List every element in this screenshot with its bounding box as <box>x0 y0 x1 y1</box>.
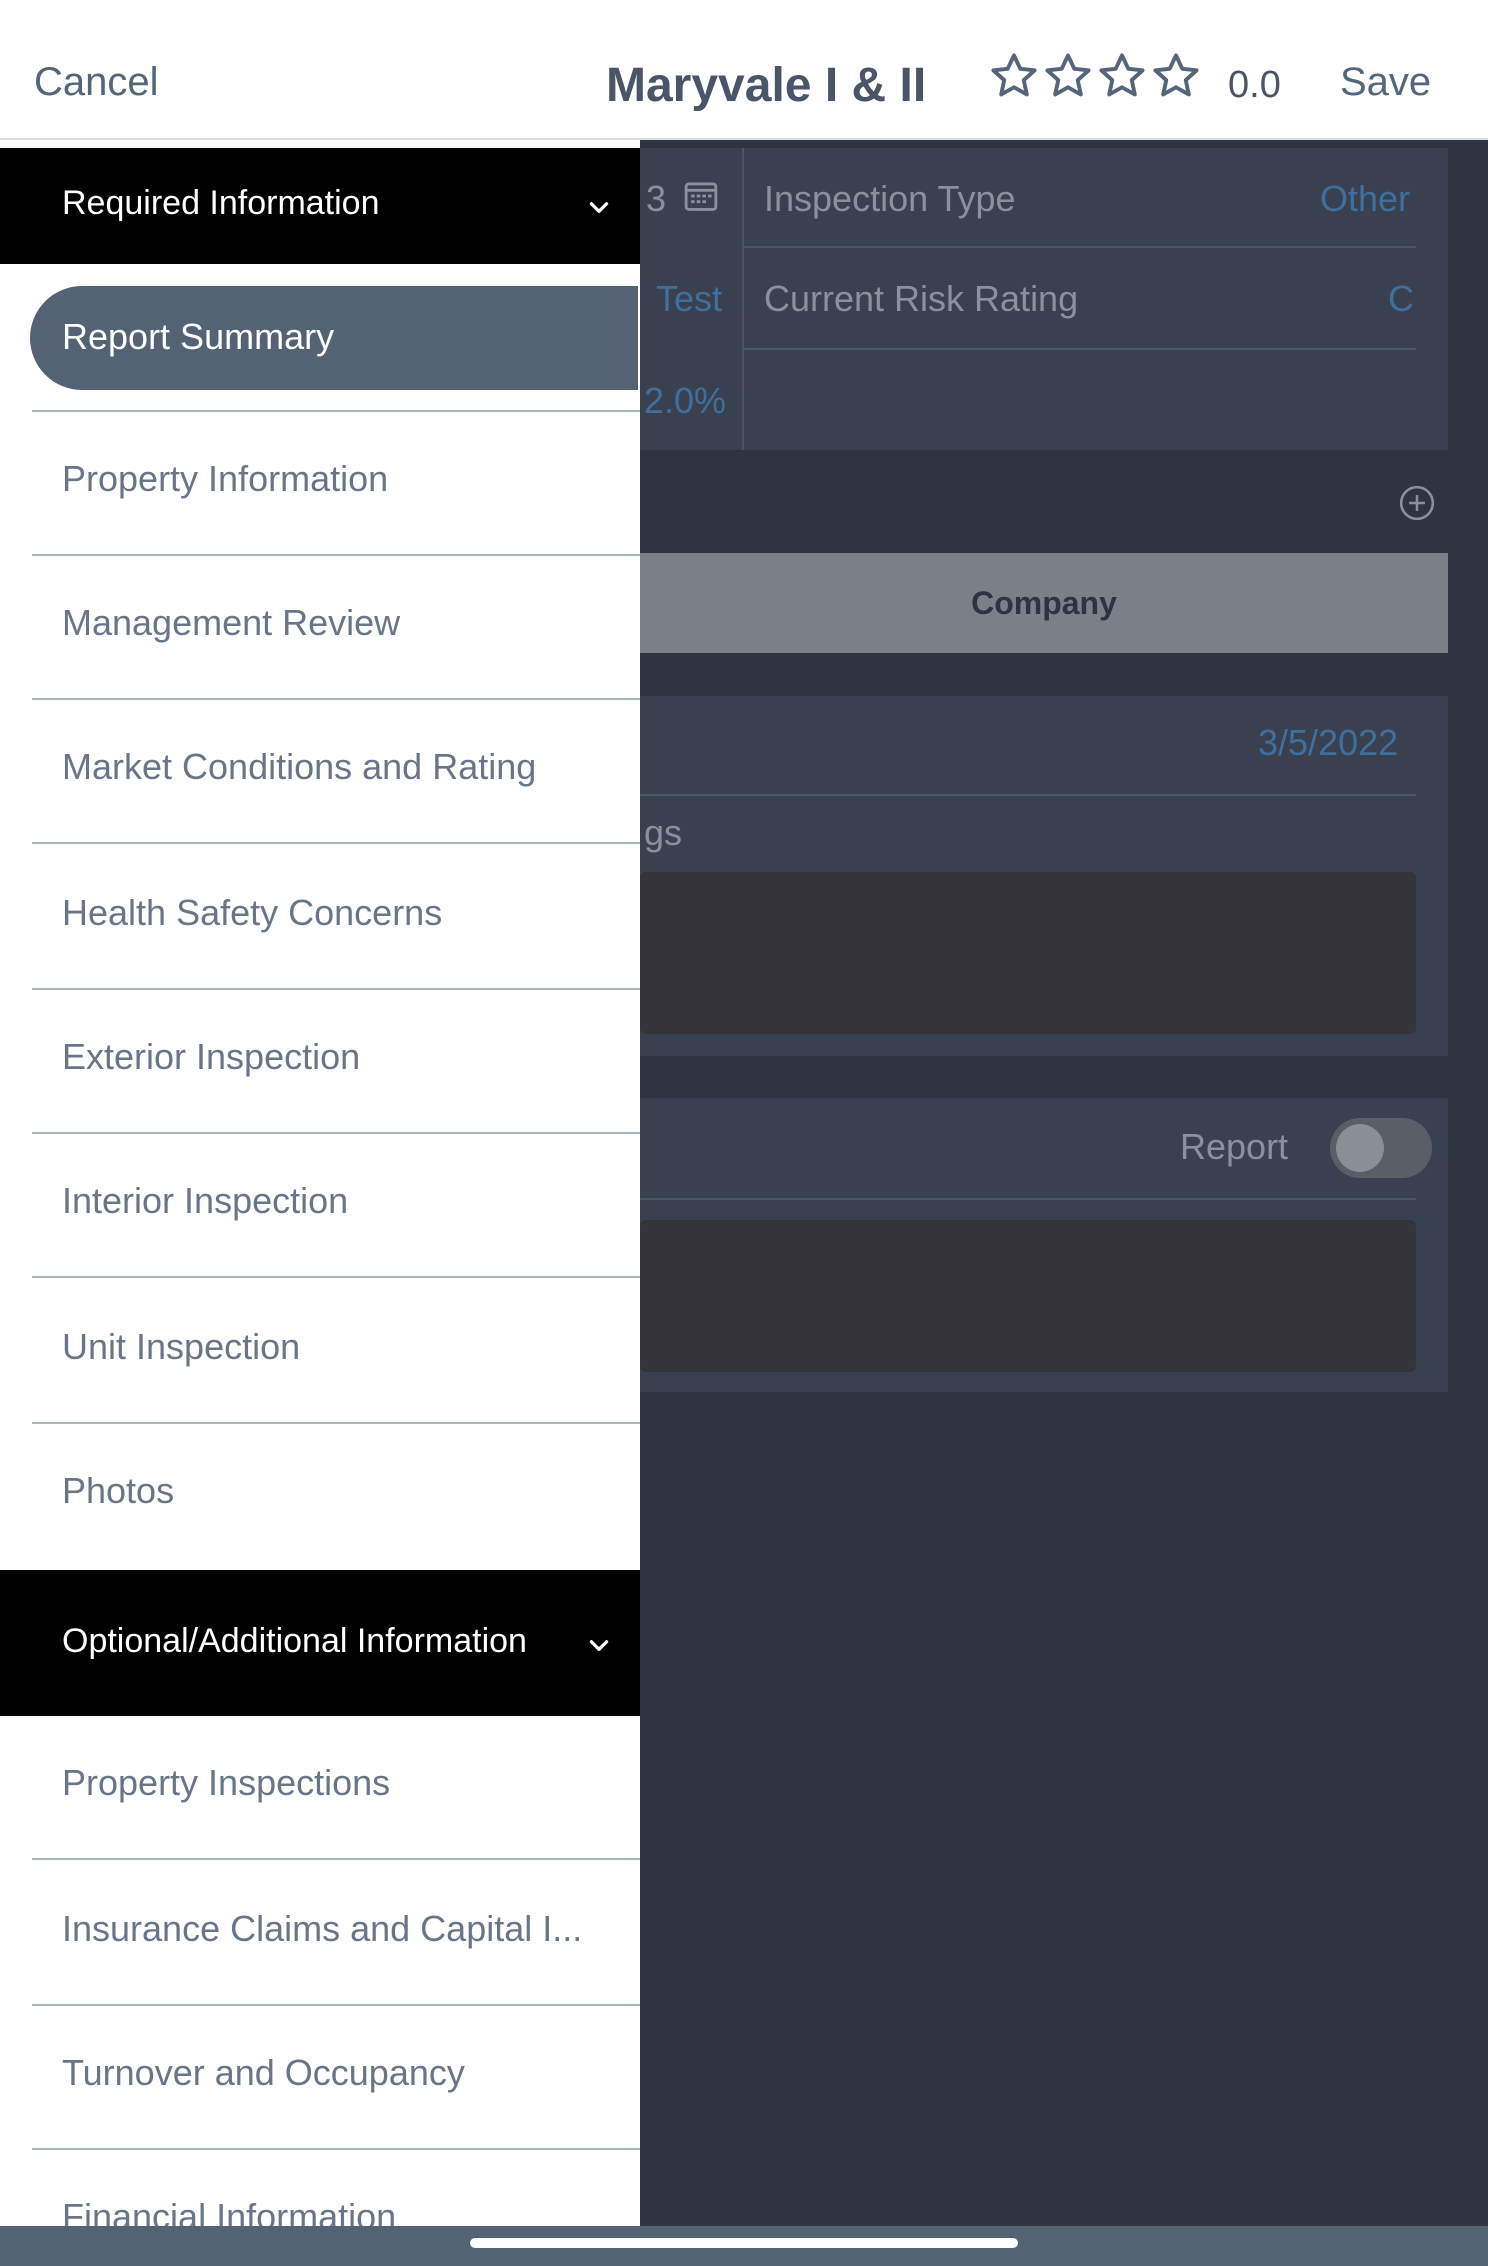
add-circle-icon[interactable] <box>1398 484 1436 522</box>
nav-item-interior-inspection[interactable]: Interior Inspection <box>32 1134 640 1278</box>
column-divider <box>742 148 744 450</box>
nav-item-financial-information[interactable]: Financial Information <box>32 2150 640 2226</box>
nav-item-label: Health Safety Concerns <box>62 892 443 933</box>
cancel-button[interactable]: Cancel <box>34 60 159 105</box>
findings-label-partial: gs <box>644 812 683 853</box>
star-icon[interactable] <box>988 50 1040 102</box>
nav-item-insurance-claims[interactable]: Insurance Claims and Capital I... <box>32 1862 640 2006</box>
nav-item-label: Photos <box>62 1470 175 1511</box>
nav-item-property-information[interactable]: Property Information <box>32 412 640 556</box>
current-risk-value[interactable]: C <box>1388 278 1414 320</box>
nav-item-label: Management Review <box>62 602 401 643</box>
report-label: Report <box>1180 1126 1289 1167</box>
calendar-icon[interactable] <box>684 180 718 212</box>
date-value[interactable]: 3/5/2022 <box>1258 722 1398 764</box>
nav-item-market-conditions[interactable]: Market Conditions and Rating <box>32 700 640 844</box>
nav-item-management-review[interactable]: Management Review <box>32 556 640 700</box>
nav-item-label: Turnover and Occupancy <box>62 2052 465 2093</box>
row-divider <box>742 246 1416 248</box>
section-header-required[interactable]: Required Information <box>0 148 640 264</box>
inspection-type-value[interactable]: Other <box>1320 178 1410 220</box>
company-tab[interactable]: Company <box>640 553 1448 653</box>
toggle-knob <box>1336 1124 1384 1172</box>
nav-item-property-inspections[interactable]: Property Inspections <box>32 1716 640 1860</box>
nav-item-turnover-occupancy[interactable]: Turnover and Occupancy <box>32 2006 640 2150</box>
save-button[interactable]: Save <box>1340 60 1431 105</box>
nav-item-label: Interior Inspection <box>62 1180 349 1221</box>
star-icon[interactable] <box>1150 50 1202 102</box>
star-icon[interactable] <box>1042 50 1094 102</box>
navigation-drawer: Required Information Report Summary Prop… <box>0 140 640 2226</box>
nav-item-label: Report Summary <box>62 316 335 357</box>
nav-item-label: Exterior Inspection <box>62 1036 361 1077</box>
percent-field-partial[interactable]: 2.0% <box>644 380 726 422</box>
chevron-down-icon <box>589 202 609 213</box>
nav-item-label: Market Conditions and Rating <box>62 746 537 787</box>
home-indicator[interactable] <box>470 2238 1018 2248</box>
nav-item-label: Property Inspections <box>62 1762 391 1803</box>
report-textarea[interactable] <box>640 1220 1416 1372</box>
row-divider <box>640 794 1416 796</box>
current-risk-label: Current Risk Rating <box>764 278 1079 319</box>
row-divider <box>742 348 1416 350</box>
section-header-optional[interactable]: Optional/Additional Information <box>0 1570 640 1716</box>
top-bar: Cancel Maryvale I & II 0.0 Save <box>0 0 1488 140</box>
star-rating[interactable] <box>988 50 1202 102</box>
nav-item-health-safety[interactable]: Health Safety Concerns <box>32 846 640 990</box>
rating-value: 0.0 <box>1228 64 1281 106</box>
inspection-type-label: Inspection Type <box>764 178 1016 219</box>
nav-item-photos[interactable]: Photos <box>32 1424 640 1568</box>
test-field-partial[interactable]: Test <box>656 278 722 320</box>
report-toggle[interactable] <box>1330 1118 1432 1178</box>
page-title: Maryvale I & II <box>606 59 927 112</box>
nav-item-report-summary[interactable]: Report Summary <box>30 286 638 390</box>
section-header-label: Required Information <box>62 184 380 222</box>
chevron-down-icon <box>589 1640 609 1651</box>
findings-textarea[interactable] <box>640 872 1416 1034</box>
date-field-partial[interactable]: 3 <box>646 178 666 220</box>
nav-item-label: Property Information <box>62 458 389 499</box>
row-divider <box>640 1198 1416 1200</box>
star-icon[interactable] <box>1096 50 1148 102</box>
nav-item-label: Insurance Claims and Capital I... <box>62 1908 583 1949</box>
nav-item-label: Unit Inspection <box>62 1326 301 1367</box>
section-header-label: Optional/Additional Information <box>62 1622 527 1660</box>
company-label: Company <box>971 585 1117 621</box>
nav-item-label: Financial Information <box>62 2196 397 2226</box>
nav-item-unit-inspection[interactable]: Unit Inspection <box>32 1280 640 1424</box>
nav-item-exterior-inspection[interactable]: Exterior Inspection <box>32 990 640 1134</box>
